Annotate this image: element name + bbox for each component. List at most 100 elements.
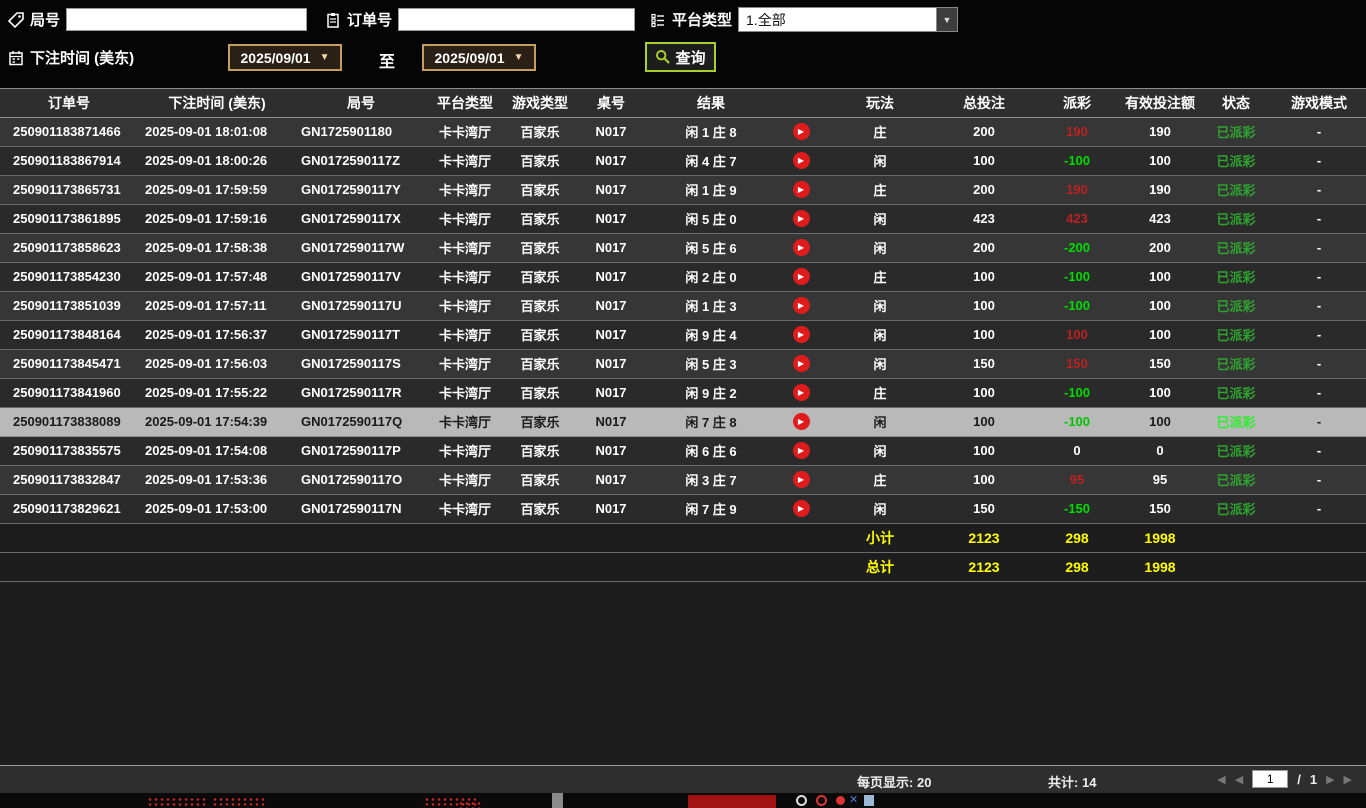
cell-valid: 100 [1120,146,1200,176]
table-row[interactable]: 250901173832847 2025-09-01 17:53:36 GN0172… [0,465,1366,495]
per-page-label: 每页显示: [857,775,914,790]
order-number-label: 订单号 [347,12,393,29]
cell-mode: - [1272,291,1366,321]
replay-icon[interactable]: ▶ [792,239,810,257]
cell-mode: - [1272,465,1366,495]
cell-order: 250901173865731 [0,175,138,205]
order-number-input[interactable] [398,8,636,31]
cell-play: 闲 [826,407,934,437]
date-to-picker[interactable]: 2025/09/01 ▼ [422,44,536,71]
cell-status: 已派彩 [1200,436,1272,466]
tag-icon [8,11,24,28]
cell-total: 200 [934,233,1034,263]
replay-icon[interactable]: ▶ [792,471,810,489]
cell-table_no: N017 [576,233,646,263]
column-header: 桌号 [576,89,646,118]
cell-status: 已派彩 [1200,175,1272,205]
platform-type-filter: 平台类型 1.全部 ▼ [650,7,959,32]
cell-game: 百家乐 [504,146,576,176]
replay-icon[interactable]: ▶ [792,326,810,344]
replay-icon[interactable]: ▶ [792,384,810,402]
replay-icon[interactable]: ▶ [792,181,810,199]
cell-mode: - [1272,117,1366,147]
replay-icon[interactable]: ▶ [792,123,810,141]
cell-order: 250901173861895 [0,204,138,234]
cell-result: 闲 5 庄 6 [646,233,776,263]
cell-round: GN0172590117P [296,436,426,466]
table-row[interactable]: 250901173841960 2025-09-01 17:55:22 GN0172… [0,378,1366,408]
cell-game: 百家乐 [504,233,576,263]
magnifier-icon [655,49,671,65]
replay-cell: ▶ [776,204,826,234]
date-from-picker[interactable]: 2025/09/01 ▼ [228,44,342,71]
summary-empty-cell [296,523,426,553]
cell-time: 2025-09-01 18:00:26 [138,146,296,176]
bet-records-table: 订单号 下注时间 (美东) 局号 平台类型 游戏类型 桌号 结果 玩法 总投注 派彩 有效投注额 状态… [0,89,1366,582]
table-row[interactable]: 250901173861895 2025-09-01 17:59:16 GN0172… [0,204,1366,234]
summary-cell: 1998 [1120,552,1200,582]
cell-mode: - [1272,378,1366,408]
replay-icon[interactable]: ▶ [792,442,810,460]
replay-icon[interactable]: ▶ [792,210,810,228]
background-close-artifact: ✕ [849,794,859,806]
cell-game: 百家乐 [504,436,576,466]
cell-status: 已派彩 [1200,407,1272,437]
replay-icon[interactable]: ▶ [792,152,810,170]
table-row[interactable]: 250901173865731 2025-09-01 17:59:59 GN0172… [0,175,1366,205]
replay-icon[interactable]: ▶ [792,297,810,315]
round-number-input[interactable] [66,8,308,31]
page-number-input[interactable] [1252,770,1289,788]
column-header: 结果 [646,89,776,118]
last-page-button[interactable]: ▶ [1344,773,1352,786]
replay-cell: ▶ [776,117,826,147]
table-row[interactable]: 250901173851039 2025-09-01 17:57:11 GN0172… [0,291,1366,321]
replay-cell: ▶ [776,233,826,263]
table-row[interactable]: 250901173845471 2025-09-01 17:56:03 GN0172… [0,349,1366,379]
cell-platform: 卡卡湾厅 [426,204,504,234]
cell-total: 100 [934,465,1034,495]
table-row[interactable]: 250901173838089 2025-09-01 17:54:39 GN0172… [0,407,1366,437]
replay-icon[interactable]: ▶ [792,413,810,431]
first-page-button[interactable]: ◀ [1217,773,1225,786]
cell-platform: 卡卡湾厅 [426,233,504,263]
summary-empty-cell [504,523,576,553]
platform-select[interactable]: 1.全部 ▼ [738,7,959,32]
cell-status: 已派彩 [1200,291,1272,321]
column-header [776,89,826,118]
cell-status: 已派彩 [1200,262,1272,292]
cell-time: 2025-09-01 17:54:39 [138,407,296,437]
calendar-icon [8,50,24,66]
replay-cell: ▶ [776,378,826,408]
background-blue-artifact [864,795,874,806]
cell-payout: 95 [1034,465,1120,495]
cell-table_no: N017 [576,291,646,321]
table-row[interactable]: 250901183867914 2025-09-01 18:00:26 GN0172… [0,146,1366,176]
cell-game: 百家乐 [504,465,576,495]
replay-icon[interactable]: ▶ [792,268,810,286]
page-slash: / [1297,771,1301,787]
table-row[interactable]: 250901173858623 2025-09-01 17:58:38 GN0172… [0,233,1366,263]
replay-cell: ▶ [776,262,826,292]
cell-table_no: N017 [576,436,646,466]
prev-page-button[interactable]: ◀ [1235,773,1243,786]
cell-round: GN0172590117U [296,291,426,321]
cell-valid: 0 [1120,436,1200,466]
cell-result: 闲 5 庄 3 [646,349,776,379]
cell-round: GN0172590117V [296,262,426,292]
cell-order: 250901173854230 [0,262,138,292]
search-button[interactable]: 查询 [645,42,716,72]
cell-table_no: N017 [576,378,646,408]
next-page-button[interactable]: ▶ [1326,773,1334,786]
table-row[interactable]: 250901173829621 2025-09-01 17:53:00 GN0172… [0,494,1366,524]
cell-game: 百家乐 [504,494,576,524]
table-row[interactable]: 250901173854230 2025-09-01 17:57:48 GN0172… [0,262,1366,292]
table-row[interactable]: 250901173848164 2025-09-01 17:56:37 GN0172… [0,320,1366,350]
cell-order: 250901173845471 [0,349,138,379]
replay-icon[interactable]: ▶ [792,500,810,518]
replay-icon[interactable]: ▶ [792,355,810,373]
results-panel: 订单号 下注时间 (美东) 局号 平台类型 游戏类型 桌号 结果 玩法 总投注 派彩 有效投注额 状态… [0,88,1366,793]
cell-time: 2025-09-01 17:58:38 [138,233,296,263]
table-row[interactable]: 250901183871466 2025-09-01 18:01:08 GN1725… [0,117,1366,147]
summary-empty-cell [1200,552,1272,582]
table-row[interactable]: 250901173835575 2025-09-01 17:54:08 GN0172… [0,436,1366,466]
